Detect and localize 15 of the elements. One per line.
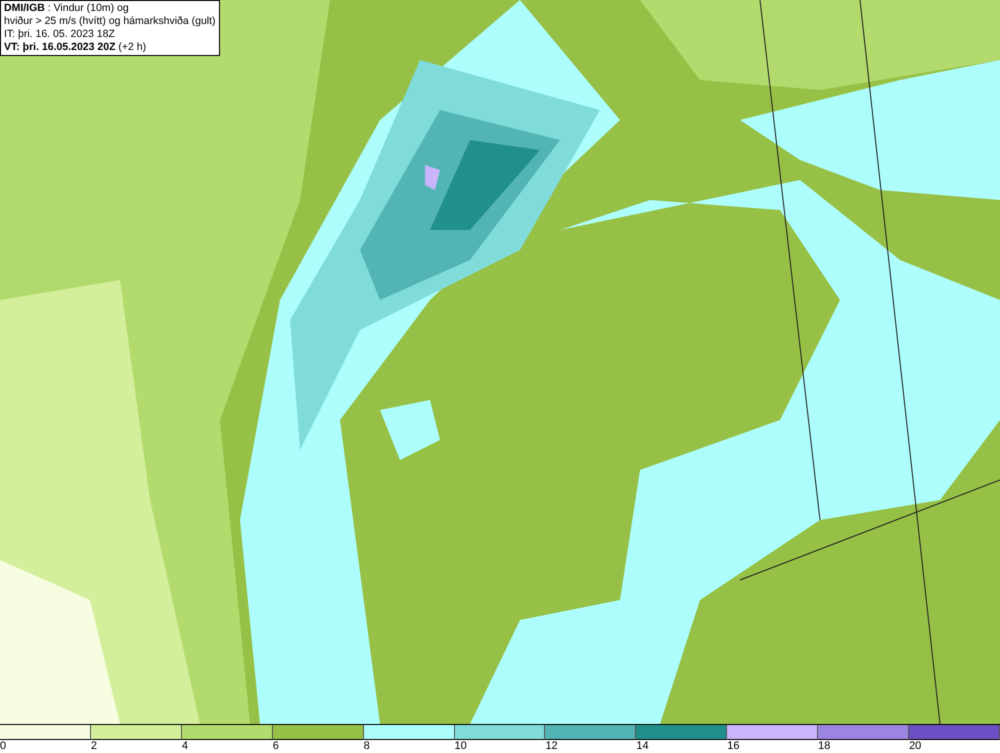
colorbar-label: 6: [272, 740, 279, 753]
colorbar-label: 12: [545, 740, 558, 753]
legend-text: DMI/IGB : Vindur (10m) og: [4, 2, 130, 15]
colorbar-label: 18: [818, 740, 830, 753]
colorbar-label: 20: [909, 740, 922, 753]
colorbar-label: 14: [636, 740, 649, 753]
colorbar-label: 8: [364, 740, 370, 753]
colorbar-label: 0: [0, 740, 6, 753]
legend-text: IT: þri. 16. 05. 2023 18Z: [4, 28, 116, 41]
colorbar-label: 2: [90, 740, 98, 753]
colorbar-label: 10: [454, 740, 467, 753]
legend-text: hviður > 25 m/s (hvítt) og hámarkshviða (gult): [4, 15, 216, 28]
colorbar-label: 4: [182, 740, 188, 753]
colorbar-label: 16: [727, 740, 740, 753]
legend-text: VT: þri. 16.05.2023 20Z (+2 h): [4, 41, 148, 54]
